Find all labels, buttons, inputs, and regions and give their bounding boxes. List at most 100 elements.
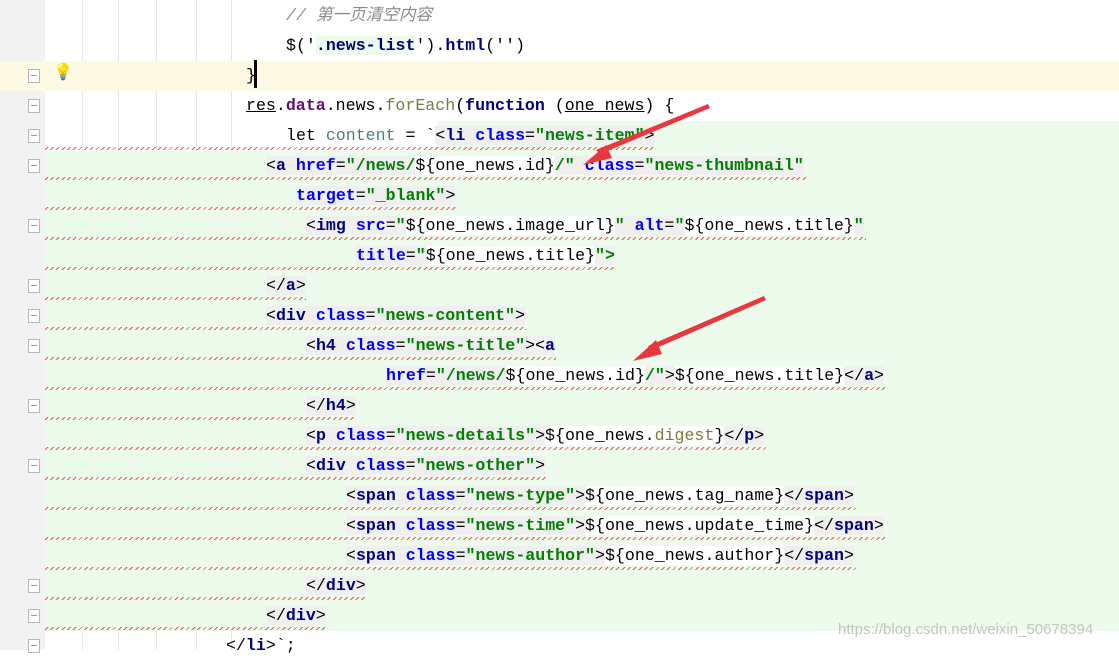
fold-marker-icon[interactable] xyxy=(28,459,40,473)
code-token: < xyxy=(266,306,276,325)
code-token: </ xyxy=(306,576,326,595)
code-line[interactable]: title="${one_news.title}"> xyxy=(0,241,1119,271)
code-token: > xyxy=(843,486,854,505)
code-line[interactable]: $('.news-list').html('') xyxy=(0,31,1119,61)
code-line[interactable]: <a href="/news/${one_news.id}/" class="n… xyxy=(0,151,1119,181)
code-token: a xyxy=(275,156,296,175)
code-token: > xyxy=(874,366,884,385)
fold-marker-icon[interactable] xyxy=(28,219,40,233)
error-squiggle xyxy=(45,417,356,420)
code-token: html xyxy=(445,36,486,55)
code-token: " xyxy=(853,216,864,235)
code-token: = xyxy=(664,216,675,235)
code-token: h4 xyxy=(325,396,346,415)
code-token: a xyxy=(285,276,296,295)
error-squiggle xyxy=(45,507,856,510)
code-token: class xyxy=(355,456,406,475)
code-token: ${one_news.title} xyxy=(425,246,596,265)
code-token: > xyxy=(315,606,326,625)
code-token: > xyxy=(594,546,605,565)
code-token: ${one_news.title} xyxy=(674,366,845,385)
code-token: = xyxy=(405,246,416,265)
code-token: " xyxy=(674,216,685,235)
code-line[interactable]: let content = `<li class="news-item"> xyxy=(0,121,1119,151)
code-token: </ xyxy=(306,396,326,415)
code-line[interactable]: <h4 class="news-title"><a xyxy=(0,331,1119,361)
code-token: >< xyxy=(525,336,546,355)
code-token: = xyxy=(355,186,366,205)
fold-marker-icon[interactable] xyxy=(28,639,40,653)
code-line[interactable]: </a> xyxy=(0,271,1119,301)
code-line[interactable]: <div class="news-other"> xyxy=(0,451,1119,481)
code-line[interactable]: </h4> xyxy=(0,391,1119,421)
code-line[interactable]: } xyxy=(0,61,1119,91)
fold-marker-icon[interactable] xyxy=(28,579,40,593)
code-token: div xyxy=(315,456,356,475)
code-token: target xyxy=(296,186,356,205)
code-token: = xyxy=(405,456,416,475)
code-line[interactable]: href="/news/${one_news.id}/">${one_news.… xyxy=(0,361,1119,391)
code-token: > xyxy=(843,546,854,565)
code-token: data xyxy=(285,96,326,115)
code-token: news xyxy=(335,96,376,115)
code-token: span xyxy=(355,486,406,505)
fold-marker-icon[interactable] xyxy=(28,279,40,293)
fold-marker-icon[interactable] xyxy=(28,609,40,623)
code-token: span xyxy=(355,516,406,535)
code-line[interactable]: <span class="news-author">${one_news.aut… xyxy=(0,541,1119,571)
code-token: </ xyxy=(724,426,745,445)
fold-marker-icon[interactable] xyxy=(28,309,40,323)
code-line[interactable]: target="_blank"> xyxy=(0,181,1119,211)
error-squiggle xyxy=(45,447,766,450)
code-line[interactable]: </div> xyxy=(0,571,1119,601)
code-token: h4 xyxy=(315,336,346,355)
code-line[interactable]: <div class="news-content"> xyxy=(0,301,1119,331)
code-token: $(' xyxy=(286,36,316,55)
error-squiggle xyxy=(45,177,806,180)
fold-marker-icon[interactable] xyxy=(28,129,40,143)
code-token: > xyxy=(265,636,276,655)
code-token: alt xyxy=(634,216,665,235)
code-token: title xyxy=(356,246,406,265)
fold-marker-icon[interactable] xyxy=(28,69,40,83)
code-line[interactable]: <span class="news-type">${one_news.tag_n… xyxy=(0,481,1119,511)
code-token: = xyxy=(395,336,406,355)
code-token: "> xyxy=(595,246,615,265)
code-token: "/news/ xyxy=(345,156,416,175)
fold-marker-icon[interactable] xyxy=(28,159,40,173)
code-token: ${one_news.id} xyxy=(415,156,555,175)
code-token: li xyxy=(445,126,476,145)
code-token: < xyxy=(306,426,316,445)
code-token: ${one_news.id} xyxy=(505,366,645,385)
code-token: </ xyxy=(226,636,246,655)
code-token: p xyxy=(315,426,336,445)
code-token: = xyxy=(365,306,376,325)
code-token: "news-type" xyxy=(465,486,576,505)
code-token: < xyxy=(435,126,446,145)
lightbulb-icon[interactable]: 💡 xyxy=(53,62,73,82)
code-token: a xyxy=(864,366,875,385)
code-token: "news-thumbnail" xyxy=(644,156,804,175)
code-token: > xyxy=(295,276,306,295)
code-token: > xyxy=(345,396,356,415)
code-line[interactable]: <img src="${one_news.image_url}" alt="${… xyxy=(0,211,1119,241)
code-token: = xyxy=(385,426,396,445)
error-squiggle xyxy=(45,567,856,570)
fold-marker-icon[interactable] xyxy=(28,99,40,113)
fold-marker-icon[interactable] xyxy=(28,399,40,413)
code-token: function xyxy=(465,96,545,115)
fold-marker-icon[interactable] xyxy=(28,339,40,353)
error-squiggle xyxy=(45,297,306,300)
code-line[interactable]: <p class="news-details">${one_news.diges… xyxy=(0,421,1119,451)
code-token: > xyxy=(535,426,546,445)
code-line[interactable]: res.data.news.forEach(function (one_news… xyxy=(0,91,1119,121)
error-squiggle xyxy=(45,537,886,540)
code-token: = xyxy=(634,156,645,175)
code-token: ${one_news.image_url} xyxy=(405,216,615,235)
code-token: </ xyxy=(844,366,865,385)
code-token: < xyxy=(306,456,316,475)
code-token: " xyxy=(395,216,406,235)
code-token: > xyxy=(873,516,884,535)
code-line[interactable]: // 第一页清空内容 xyxy=(0,1,1119,31)
code-line[interactable]: <span class="news-time">${one_news.updat… xyxy=(0,511,1119,541)
